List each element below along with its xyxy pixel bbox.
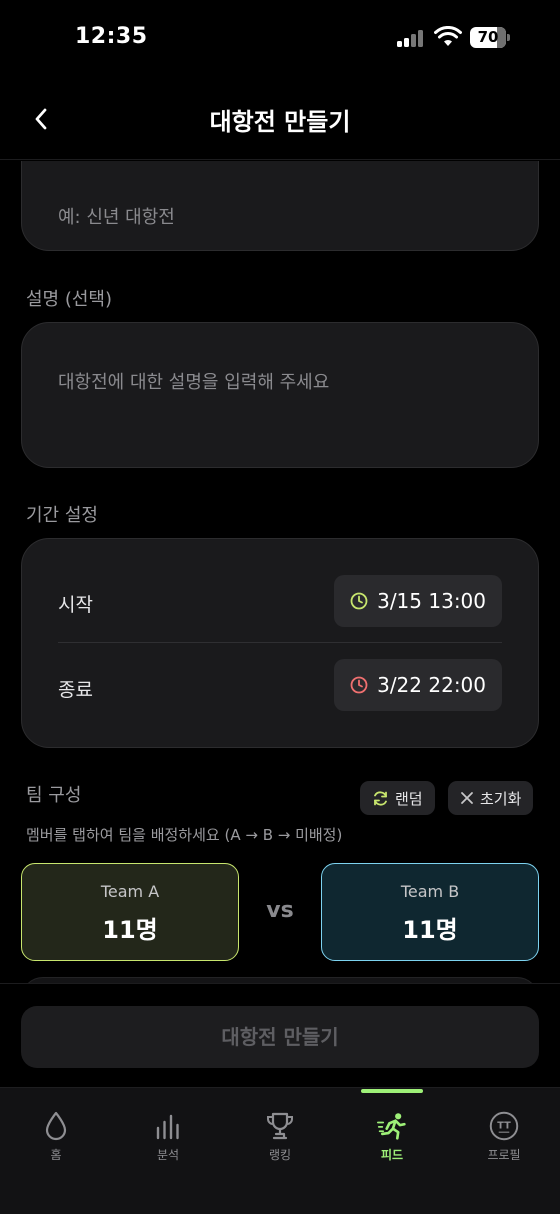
drop-icon — [45, 1111, 67, 1141]
tab-feed[interactable]: 피드 — [336, 1088, 448, 1168]
create-battle-button[interactable]: 대항전 만들기 — [21, 1006, 539, 1068]
tab-home-label: 홈 — [50, 1148, 62, 1162]
team-a-name: Team A — [100, 882, 160, 901]
vs-label: vs — [266, 898, 294, 923]
header: 대항전 만들기 — [0, 76, 560, 160]
end-time-button[interactable]: 3/22 22:00 — [334, 659, 502, 711]
name-placeholder: 예: 신년 대항전 — [58, 207, 175, 228]
cellular-signal-icon — [397, 30, 427, 47]
tab-feed-label: 피드 — [380, 1148, 404, 1162]
tab-analytics[interactable]: 분석 — [112, 1088, 224, 1168]
team-b-count: 11명 — [402, 916, 458, 944]
tab-home[interactable]: 홈 — [0, 1088, 112, 1168]
tab-profile-label: 프로필 — [487, 1148, 521, 1162]
start-time-value: 3/15 13:00 — [377, 589, 486, 613]
tab-ranking-label: 랭킹 — [268, 1148, 292, 1162]
period-label: 기간 설정 — [26, 505, 98, 526]
random-label: 랜덤 — [395, 789, 423, 808]
wifi-icon — [434, 26, 462, 46]
bar-chart-icon — [156, 1114, 179, 1140]
description-label: 설명 (선택) — [26, 289, 113, 310]
trophy-icon — [267, 1112, 293, 1140]
period-card: 시작 3/15 13:00 종료 3/22 22:00 — [21, 538, 539, 748]
form-content[interactable]: 예: 신년 대항전 설명 (선택) 대항전에 대한 설명을 입력해 주세요 기간… — [0, 161, 560, 983]
profile-badge-text: TT — [497, 1121, 511, 1132]
start-label: 시작 — [58, 594, 93, 616]
clock-icon — [350, 676, 368, 694]
page-title: 대항전 만들기 — [209, 108, 351, 136]
description-input[interactable]: 대항전에 대한 설명을 입력해 주세요 — [21, 322, 539, 468]
team-hint: 멤버를 탭하여 팀을 배정하세요 (A → B → 미배정) — [26, 826, 343, 844]
team-b-name: Team B — [400, 882, 460, 901]
team-a-count: 11명 — [102, 916, 158, 944]
reset-button[interactable]: 초기화 — [448, 781, 534, 815]
random-button[interactable]: 랜덤 — [360, 781, 435, 815]
team-a-card[interactable]: Team A 11명 — [21, 863, 239, 961]
reset-label: 초기화 — [480, 789, 522, 808]
name-input[interactable]: 예: 신년 대항전 — [21, 161, 539, 251]
description-placeholder: 대항전에 대한 설명을 입력해 주세요 — [58, 372, 330, 393]
runner-icon — [377, 1113, 406, 1140]
team-b-card[interactable]: Team B 11명 — [321, 863, 539, 961]
profile-badge-icon: TT — [489, 1111, 519, 1141]
tab-analytics-label: 분석 — [156, 1148, 180, 1162]
end-time-value: 3/22 22:00 — [377, 673, 486, 697]
close-icon — [461, 792, 473, 804]
status-bar: 12:35 70 — [0, 0, 560, 76]
battery-level: 70 — [477, 28, 499, 46]
tab-ranking[interactable]: 랭킹 — [224, 1088, 336, 1168]
create-area: 대항전 만들기 — [0, 983, 560, 1087]
refresh-icon — [374, 790, 387, 806]
clock-icon — [350, 592, 368, 610]
status-time: 12:35 — [75, 24, 148, 49]
tab-bar: 홈 분석 랭킹 피드 TT 프로필 — [0, 1087, 560, 1214]
start-time-button[interactable]: 3/15 13:00 — [334, 575, 502, 627]
tab-profile[interactable]: TT 프로필 — [448, 1088, 560, 1168]
team-label: 팀 구성 — [26, 785, 82, 806]
divider — [58, 642, 502, 643]
battery-icon: 70 — [470, 27, 510, 48]
end-label: 종료 — [58, 679, 93, 701]
